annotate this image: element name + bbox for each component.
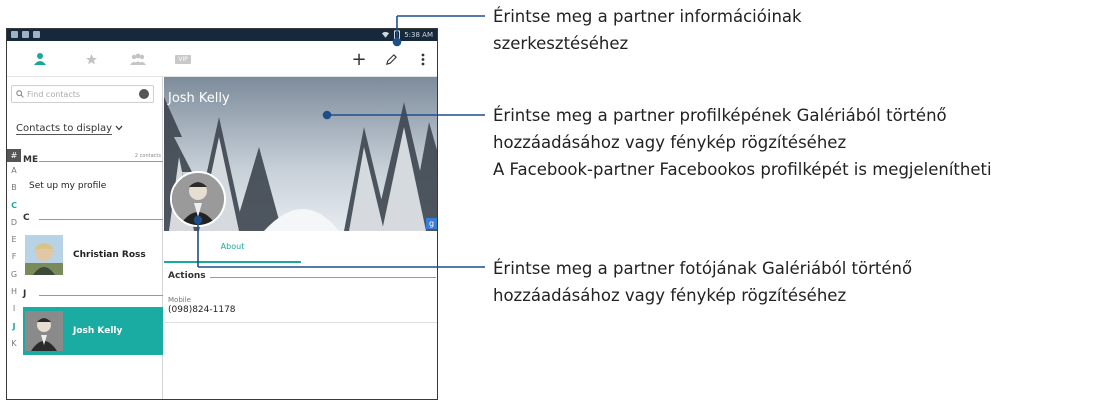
status-right: 5:38 AM xyxy=(381,30,433,39)
index-letter[interactable]: G xyxy=(7,266,21,283)
callout-edit-info: Érintse meg a partner információinak sze… xyxy=(493,3,802,57)
callout-line: Érintse meg a partner fotójának Galériáb… xyxy=(493,259,913,278)
detail-tabs: About xyxy=(164,237,437,263)
plus-icon: + xyxy=(351,48,367,70)
section-letter: ME xyxy=(23,155,39,165)
section-divider xyxy=(39,219,163,220)
tablet-screen: 5:38 AM VIP + Find contacts Contacts to … xyxy=(6,28,438,400)
status-bar: 5:38 AM xyxy=(7,29,437,41)
cloud-icon xyxy=(22,31,29,38)
vip-icon: VIP xyxy=(175,54,191,64)
list-item-set-up-profile[interactable]: Set up my profile xyxy=(23,177,163,195)
avatar xyxy=(25,235,63,275)
index-letter[interactable]: B xyxy=(7,179,21,196)
index-letter[interactable]: F xyxy=(7,248,21,265)
tab-vip[interactable]: VIP xyxy=(172,49,194,69)
phone-number[interactable]: (098)824-1178 xyxy=(168,305,236,315)
status-time: 5:38 AM xyxy=(404,30,433,39)
index-letter[interactable]: C xyxy=(7,197,21,214)
tab-all-contacts[interactable] xyxy=(29,49,51,69)
contacts-to-display-dropdown[interactable]: Contacts to display xyxy=(16,123,123,135)
callout-line: Érintse meg a partner információinak xyxy=(493,7,802,26)
section-header-me: ME 2 contacts xyxy=(23,153,163,165)
battery-icon xyxy=(394,30,401,39)
screenshot-root: 5:38 AM VIP + Find contacts Contacts to … xyxy=(0,0,1107,400)
tab-favorites[interactable] xyxy=(80,49,102,69)
add-contact-button[interactable]: + xyxy=(351,48,367,70)
section-letter: J xyxy=(23,289,27,299)
phone-divider xyxy=(164,322,437,323)
edit-contact-button[interactable] xyxy=(383,49,399,69)
search-icon xyxy=(16,90,24,98)
cover-contact-name: Josh Kelly xyxy=(168,91,230,106)
group-icon xyxy=(130,53,146,65)
section-header-c: C xyxy=(23,213,163,223)
index-letter[interactable]: I xyxy=(7,300,21,317)
pencil-icon xyxy=(385,53,397,65)
google-account-badge: g xyxy=(426,218,437,229)
contact-list-pane: Find contacts Contacts to display # A B … xyxy=(7,77,163,399)
chevron-down-icon xyxy=(115,125,123,131)
contact-detail-pane: Josh Kelly g About Actions Mobile (098)8… xyxy=(164,77,437,399)
wifi-icon xyxy=(382,31,390,38)
index-letter[interactable]: H xyxy=(7,283,21,300)
contact-count: 2 contacts xyxy=(132,153,161,159)
phone-type-label: Mobile xyxy=(168,296,191,304)
section-divider xyxy=(39,295,163,296)
callout-line: szerkesztéséhez xyxy=(493,34,629,53)
index-letter[interactable]: J xyxy=(7,318,21,335)
contact-name: Christian Ross xyxy=(73,250,146,260)
callout-line: A Facebook-partner Facebookos profilképé… xyxy=(493,160,992,179)
tab-groups[interactable] xyxy=(127,49,149,69)
alphabet-index[interactable]: # A B C D E F G H I J K xyxy=(7,149,21,399)
callout-line: Érintse meg a partner profilképének Galé… xyxy=(493,106,947,125)
section-divider xyxy=(210,277,436,278)
list-item-christian-ross[interactable]: Christian Ross xyxy=(23,231,163,279)
list-item-label: Set up my profile xyxy=(29,181,107,191)
search-input[interactable]: Find contacts xyxy=(27,90,139,99)
index-letter[interactable]: E xyxy=(7,231,21,248)
mic-icon[interactable] xyxy=(139,89,149,99)
more-vert-icon xyxy=(421,53,425,65)
section-letter: C xyxy=(23,213,30,223)
callout-line: hozzáadásához vagy fénykép rögzítéséhez xyxy=(493,133,847,152)
contacts-to-display-label: Contacts to display xyxy=(16,123,113,135)
section-header-j: J xyxy=(23,289,163,299)
avatar xyxy=(172,173,224,225)
notification-icons xyxy=(11,31,40,38)
toolbar-actions: + xyxy=(351,48,431,70)
index-letter[interactable]: # xyxy=(7,149,21,162)
search-field[interactable]: Find contacts xyxy=(11,85,154,103)
list-item-josh-kelly[interactable]: Josh Kelly xyxy=(23,307,163,355)
profile-cover-image[interactable]: Josh Kelly g xyxy=(164,77,437,231)
contact-name: Josh Kelly xyxy=(73,326,123,336)
notification-icon xyxy=(11,31,18,38)
contact-photo[interactable] xyxy=(170,171,226,227)
callout-line: hozzáadásához vagy fénykép rögzítéséhez xyxy=(493,286,847,305)
callout-contact-photo: Érintse meg a partner fotójának Galériáb… xyxy=(493,255,912,309)
star-icon xyxy=(85,53,97,64)
overflow-menu-button[interactable] xyxy=(415,49,431,69)
callout-cover-photo: Érintse meg a partner profilképének Galé… xyxy=(493,102,992,183)
section-title: Actions xyxy=(168,271,206,281)
avatar xyxy=(25,311,63,351)
person-icon xyxy=(34,53,46,65)
index-letter[interactable]: A xyxy=(7,162,21,179)
tab-about[interactable]: About xyxy=(164,237,301,263)
index-letter[interactable]: K xyxy=(7,335,21,352)
image-icon xyxy=(33,31,40,38)
index-letter[interactable]: D xyxy=(7,214,21,231)
contacts-toolbar: VIP + xyxy=(7,41,437,77)
actions-section-header: Actions xyxy=(168,271,436,281)
section-divider xyxy=(39,161,163,162)
